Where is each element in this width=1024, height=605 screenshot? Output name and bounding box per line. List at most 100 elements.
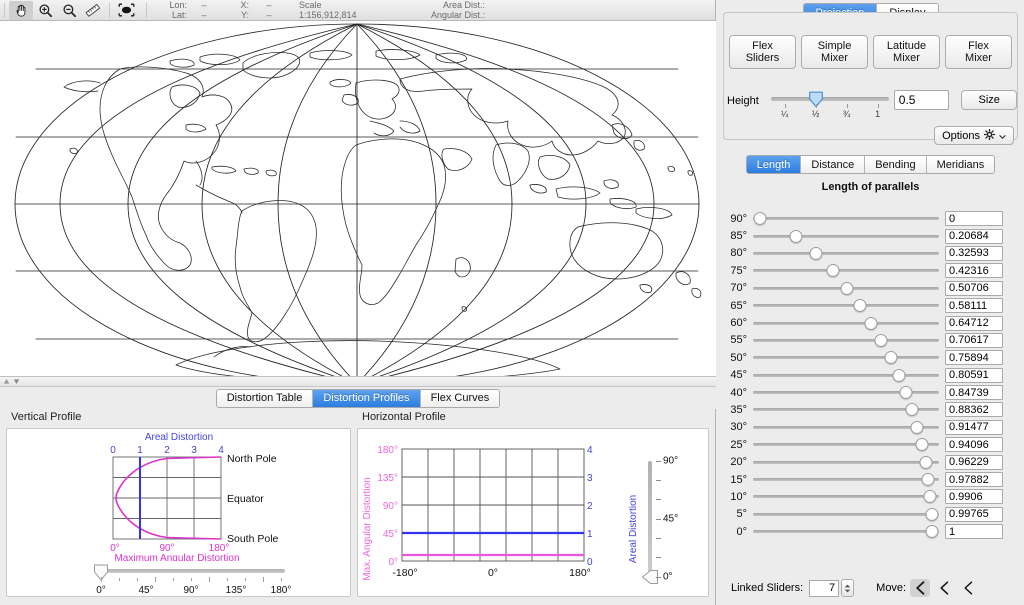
tab-bending[interactable]: Bending — [865, 156, 927, 173]
simple-mixer-button[interactable]: Simple Mixer — [801, 35, 868, 69]
parallel-slider[interactable] — [753, 262, 939, 279]
parallel-slider[interactable] — [753, 384, 939, 401]
fit-to-window-button[interactable] — [114, 1, 138, 20]
parallel-slider-thumb[interactable] — [905, 403, 919, 417]
parallel-value-field[interactable]: 0.58111 — [945, 298, 1003, 314]
parallel-slider-thumb[interactable] — [915, 438, 929, 452]
parallel-value-field[interactable]: 0.94096 — [945, 437, 1003, 453]
parallel-slider-track[interactable] — [753, 530, 939, 534]
parallel-slider-track[interactable] — [753, 512, 939, 516]
parallel-slider-track[interactable] — [753, 234, 939, 238]
parallel-slider-track[interactable] — [753, 460, 939, 464]
flex-sliders-button[interactable]: Flex Sliders — [729, 35, 796, 69]
tab-length[interactable]: Length — [746, 156, 802, 173]
parallel-slider-thumb[interactable] — [840, 281, 854, 295]
move-left-fast-button[interactable] — [910, 579, 931, 597]
parallel-value-field[interactable]: 0.91477 — [945, 419, 1003, 435]
parallel-slider[interactable] — [753, 488, 939, 505]
parallel-slider[interactable] — [753, 349, 939, 366]
parallel-slider-track[interactable] — [753, 478, 939, 482]
parallel-slider[interactable] — [753, 419, 939, 436]
collapse-up-icon[interactable] — [3, 378, 10, 385]
height-slider[interactable]: ¼ ½ ¾ 1 — [770, 90, 889, 122]
zoom-in-tool-button[interactable] — [33, 1, 57, 20]
vp-slider-track[interactable] — [101, 569, 285, 573]
parallel-slider-thumb[interactable] — [892, 368, 906, 382]
parallel-slider[interactable] — [753, 471, 939, 488]
parallel-value-field[interactable]: 0.42316 — [945, 263, 1003, 279]
parallel-slider-track[interactable] — [753, 321, 939, 325]
parallel-value-field[interactable]: 1 — [945, 524, 1003, 540]
parallel-value-field[interactable]: 0.64712 — [945, 315, 1003, 331]
parallel-slider-thumb[interactable] — [910, 420, 924, 434]
parallel-slider-track[interactable] — [753, 251, 939, 255]
parallel-slider-track[interactable] — [753, 217, 939, 221]
parallel-slider-thumb[interactable] — [809, 246, 823, 260]
stepper-down-icon[interactable] — [844, 589, 851, 593]
linked-sliders-stepper[interactable] — [841, 579, 855, 597]
parallel-slider[interactable] — [753, 210, 939, 227]
parallel-value-field[interactable]: 0.9906 — [945, 489, 1003, 505]
size-button[interactable]: Size — [961, 90, 1017, 110]
parallel-slider-thumb[interactable] — [789, 229, 803, 243]
parallel-slider-track[interactable] — [753, 495, 939, 499]
pan-tool-button[interactable] — [9, 0, 33, 20]
parallel-value-field[interactable]: 0 — [945, 211, 1003, 227]
hp-slider-track[interactable] — [648, 461, 652, 577]
parallel-value-field[interactable]: 0.50706 — [945, 280, 1003, 296]
parallel-value-field[interactable]: 0.20684 — [945, 228, 1003, 244]
parallel-value-field[interactable]: 0.84739 — [945, 385, 1003, 401]
tab-distance[interactable]: Distance — [801, 156, 866, 173]
parallel-slider-thumb[interactable] — [753, 212, 767, 226]
parallel-slider-thumb[interactable] — [874, 333, 888, 347]
parallel-slider-track[interactable] — [753, 373, 939, 377]
linked-sliders-field[interactable]: 7 — [809, 579, 840, 597]
parallel-slider-thumb[interactable] — [919, 455, 932, 469]
parallel-slider-track[interactable] — [753, 443, 939, 447]
zoom-out-tool-button[interactable] — [57, 1, 81, 20]
parallel-slider[interactable] — [753, 367, 939, 384]
parallel-value-field[interactable]: 0.96229 — [945, 454, 1003, 470]
parallel-value-field[interactable]: 0.32593 — [945, 245, 1003, 261]
parallel-slider-thumb[interactable] — [853, 299, 867, 313]
parallel-value-field[interactable]: 0.97882 — [945, 472, 1003, 488]
parallel-slider[interactable] — [753, 506, 939, 523]
parallel-slider[interactable] — [753, 315, 939, 332]
measure-tool-button[interactable] — [81, 1, 105, 20]
parallel-slider[interactable] — [753, 280, 939, 297]
parallel-slider-thumb[interactable] — [899, 386, 913, 400]
options-button[interactable]: Options — [934, 126, 1014, 145]
parallel-slider[interactable] — [753, 228, 939, 245]
parallel-slider-track[interactable] — [753, 356, 939, 360]
parallel-slider[interactable] — [753, 332, 939, 349]
parallel-value-field[interactable]: 0.88362 — [945, 402, 1003, 418]
parallel-value-field[interactable]: 0.99765 — [945, 506, 1003, 522]
height-slider-track[interactable] — [770, 97, 889, 101]
height-value-field[interactable]: 0.5 — [893, 90, 950, 110]
flex-mixer-button[interactable]: Flex Mixer — [945, 35, 1012, 69]
parallel-slider[interactable] — [753, 454, 939, 471]
collapse-down-icon[interactable] — [13, 378, 20, 385]
move-left-button[interactable] — [934, 579, 954, 597]
latitude-mixer-button[interactable]: Latitude Mixer — [873, 35, 940, 69]
parallel-value-field[interactable]: 0.70617 — [945, 332, 1003, 348]
tab-meridians[interactable]: Meridians — [926, 156, 995, 173]
splitter-arrows[interactable] — [3, 378, 20, 385]
tab-distortion-table[interactable]: Distortion Table — [216, 389, 314, 407]
map-canvas[interactable] — [0, 21, 716, 376]
parallel-slider-thumb[interactable] — [884, 351, 898, 365]
tab-distortion-profiles[interactable]: Distortion Profiles — [313, 389, 421, 407]
parallel-slider-track[interactable] — [753, 338, 939, 342]
parallel-value-field[interactable]: 0.75894 — [945, 350, 1003, 366]
move-left-slow-button[interactable] — [958, 579, 978, 597]
parallel-slider[interactable] — [753, 245, 939, 262]
parallel-slider[interactable] — [753, 297, 939, 314]
parallel-slider[interactable] — [753, 436, 939, 453]
parallel-slider[interactable] — [753, 523, 939, 540]
parallel-slider-thumb[interactable] — [925, 525, 939, 539]
horizontal-profile-slider[interactable]: 90° 45° 0° — [641, 456, 694, 587]
parallel-slider-thumb[interactable] — [864, 316, 878, 330]
tab-flex-curves[interactable]: Flex Curves — [420, 389, 500, 407]
parallel-slider-thumb[interactable] — [826, 264, 840, 278]
pane-splitter[interactable] — [0, 376, 716, 387]
